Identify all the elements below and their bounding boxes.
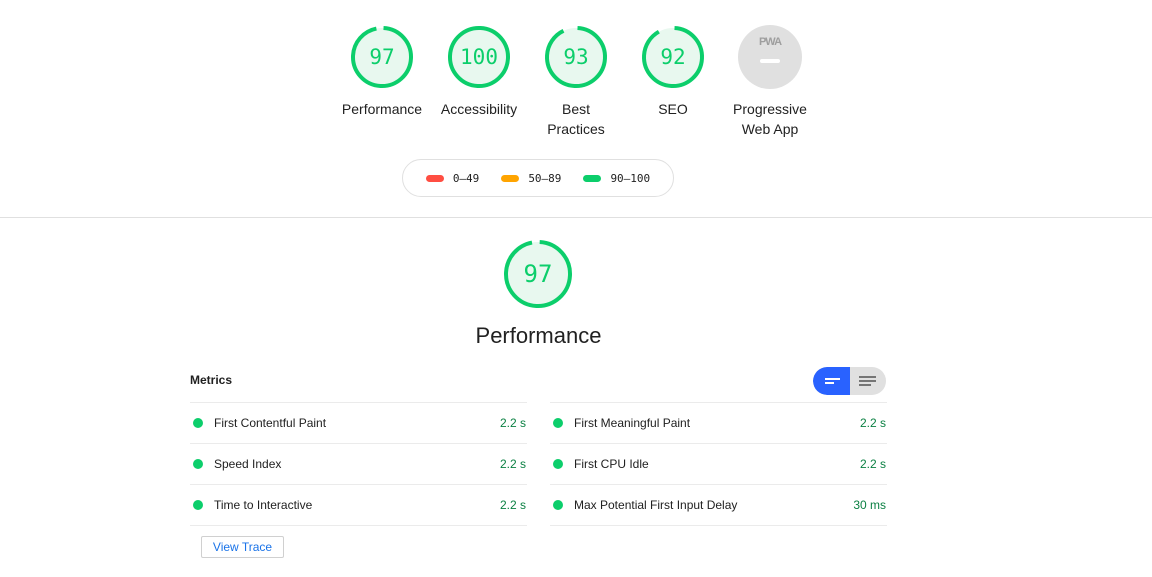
metrics-column-right: First Meaningful Paint 2.2 s First CPU I… — [550, 402, 887, 526]
gauge-accessibility[interactable]: 100 Accessibility — [431, 24, 528, 139]
gauge-performance[interactable]: 97 Performance — [334, 24, 431, 139]
metric-value: 30 ms — [853, 498, 886, 512]
pass-dot-icon — [193, 459, 203, 469]
metric-value: 2.2 s — [499, 416, 526, 430]
metric-speed-index: Speed Index 2.2 s — [190, 443, 527, 484]
metrics-column-left: First Contentful Paint 2.2 s Speed Index… — [190, 402, 527, 526]
metric-name: First CPU Idle — [574, 457, 649, 471]
metrics-view-toggle[interactable] — [813, 367, 886, 395]
legend-item-average: 50–89 — [501, 172, 561, 185]
pwa-badge-text: PWA — [758, 36, 782, 48]
gauge-label: Performance — [341, 101, 423, 117]
metric-max-potential-fid: Max Potential First Input Delay 30 ms — [550, 484, 887, 526]
metric-value: 2.2 s — [499, 498, 526, 512]
fail-swatch-icon — [425, 174, 444, 182]
gauge-best-practices[interactable]: 93 Best Practices — [528, 24, 625, 139]
pass-dot-icon — [553, 459, 563, 469]
metric-time-to-interactive: Time to Interactive 2.2 s — [190, 484, 527, 526]
legend-range: 0–49 — [452, 171, 480, 185]
score-value: 92 — [660, 45, 686, 69]
view-trace-button[interactable]: View Trace — [201, 536, 284, 558]
metric-name: First Contentful Paint — [214, 416, 327, 430]
gauge-seo[interactable]: 92 SEO — [625, 24, 722, 139]
gauge-label: SEO — [658, 101, 688, 117]
average-swatch-icon — [501, 174, 520, 182]
pwa-badge-icon: PWA — [738, 25, 802, 89]
metric-value: 2.2 s — [499, 457, 526, 471]
performance-title: Performance — [475, 323, 602, 348]
metric-value: 2.2 s — [859, 457, 886, 471]
score-ring: 100 — [446, 24, 512, 90]
opportunity-view-icon[interactable] — [813, 367, 850, 395]
score-ring: 93 — [543, 24, 609, 90]
score-ring: 97 — [349, 24, 415, 90]
metric-first-cpu-idle: First CPU Idle 2.2 s — [550, 443, 887, 484]
score-value: 93 — [563, 45, 589, 69]
list-view-icon[interactable] — [850, 367, 886, 395]
pass-dot-icon — [193, 500, 203, 510]
metric-name: Speed Index — [214, 457, 282, 471]
gauge-label: Accessibility — [440, 101, 518, 117]
pass-dot-icon — [553, 500, 563, 510]
legend-range: 50–89 — [528, 171, 562, 185]
category-gauges: 97 Performance 100 Accessibility 93 Best… — [0, 24, 1152, 139]
gauge-label: Progressive Web App — [733, 101, 807, 137]
pass-dot-icon — [193, 418, 203, 428]
gauge-label: Best Practices — [547, 101, 605, 137]
metrics-heading: Metrics — [190, 373, 233, 387]
metric-name: Max Potential First Input Delay — [574, 498, 738, 512]
pwa-dash-icon — [760, 59, 780, 63]
metric-value: 2.2 s — [859, 416, 886, 430]
metric-name: Time to Interactive — [214, 498, 313, 512]
legend-range: 90–100 — [610, 171, 651, 185]
pass-swatch-icon — [583, 174, 602, 182]
metric-first-contentful-paint: First Contentful Paint 2.2 s — [190, 402, 527, 443]
score-value: 100 — [460, 45, 498, 69]
legend-item-pass: 90–100 — [583, 172, 650, 185]
performance-score-gauge: 97 — [502, 238, 574, 310]
gauge-pwa[interactable]: PWA Progressive Web App — [722, 24, 819, 139]
score-value: 97 — [369, 45, 395, 69]
pass-dot-icon — [553, 418, 563, 428]
performance-score-value: 97 — [523, 260, 553, 288]
section-divider — [0, 217, 1152, 218]
metric-first-meaningful-paint: First Meaningful Paint 2.2 s — [550, 402, 887, 443]
score-ring: 92 — [640, 24, 706, 90]
score-legend: 0–49 50–89 90–100 — [402, 159, 674, 197]
metric-name: First Meaningful Paint — [574, 416, 691, 430]
legend-item-fail: 0–49 — [425, 171, 480, 185]
